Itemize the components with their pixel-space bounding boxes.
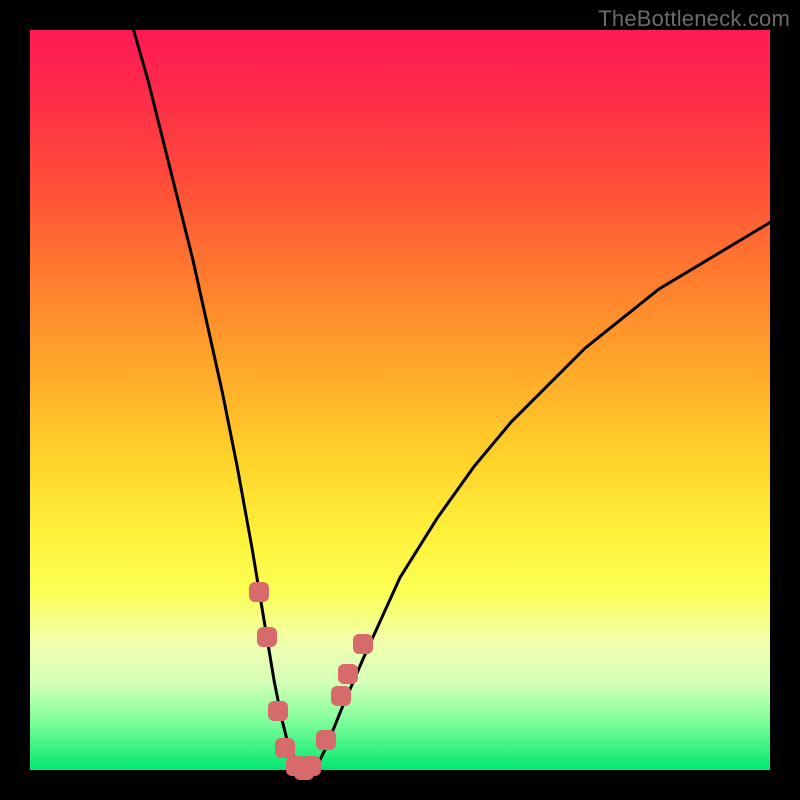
watermark-text: TheBottleneck.com <box>598 6 790 32</box>
marker-layer <box>30 30 770 770</box>
curve-marker <box>257 627 277 647</box>
curve-marker <box>268 701 288 721</box>
curve-marker <box>249 582 269 602</box>
chart-frame: TheBottleneck.com <box>0 0 800 800</box>
curve-marker <box>301 756 321 776</box>
curve-marker <box>275 738 295 758</box>
curve-marker <box>316 730 336 750</box>
curve-marker <box>338 664 358 684</box>
plot-area <box>30 30 770 770</box>
curve-marker <box>353 634 373 654</box>
curve-marker <box>331 686 351 706</box>
